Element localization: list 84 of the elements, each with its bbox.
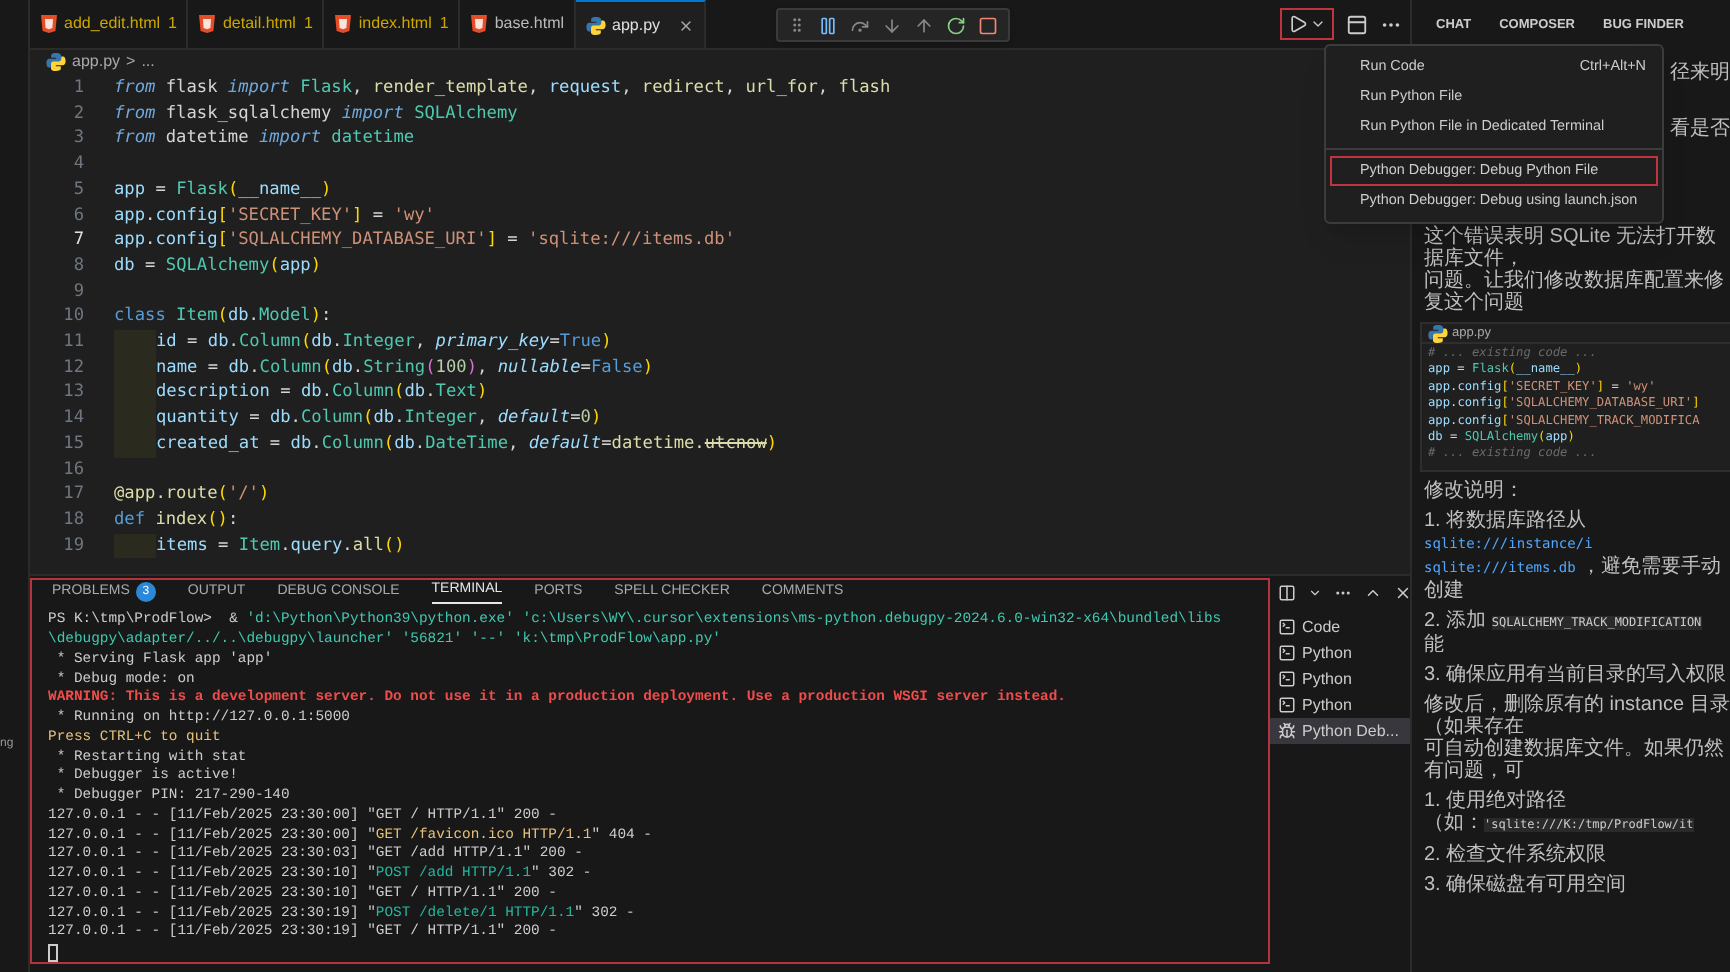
- terminal-icon: [1278, 644, 1296, 662]
- code-line: app.config['SQLALCHEMY_DATABASE_URI'] = 'sqlite:///items.db': [114, 228, 736, 254]
- code-line: @app.route('/'): [114, 482, 270, 508]
- line-number: 7: [71, 228, 84, 254]
- terminal-list-item[interactable]: Python: [1270, 666, 1412, 692]
- html-file-icon: [40, 14, 58, 34]
- line-number: 3: [71, 126, 84, 153]
- line-number: 6: [71, 203, 84, 229]
- chat-text: 3. 确保应用有当前目录的写入权限: [1424, 663, 1729, 686]
- html-file-icon: [470, 14, 489, 34]
- line-number: 2: [71, 101, 84, 127]
- terminal-list-item[interactable]: Python: [1270, 640, 1412, 666]
- step-out-icon[interactable]: [914, 15, 934, 35]
- step-into-icon[interactable]: [882, 15, 902, 35]
- step-over-icon[interactable]: [850, 15, 870, 35]
- chat-text: 修改后，删除原有的 instance 目录（如果存在: [1424, 693, 1730, 738]
- chat-text: 修改说明：: [1424, 479, 1526, 502]
- line-number: 19: [61, 533, 84, 559]
- breadcrumb-file[interactable]: app.py: [72, 50, 121, 74]
- chat-text: 径来明: [1670, 62, 1730, 86]
- line-number: 10: [61, 304, 84, 331]
- code-line: def index():: [114, 507, 239, 534]
- drag-handle-icon[interactable]: [788, 16, 806, 34]
- line-number: 11: [61, 330, 84, 356]
- code-line: description = db.Column(db.Text): [156, 380, 488, 407]
- line-number: 4: [71, 152, 84, 178]
- terminal-list-item[interactable]: Python Deb...: [1270, 718, 1412, 744]
- split-editor-icon[interactable]: [1346, 13, 1368, 35]
- line-number: 16: [61, 457, 84, 483]
- terminal-icon: [1278, 670, 1296, 688]
- terminal-icon: [1278, 696, 1296, 714]
- code-line: from flask_sqlalchemy import SQLAlchemy: [114, 101, 518, 127]
- python-file-icon: [586, 15, 607, 35]
- code-line: name = db.Column(db.String(100), nullable=False): [156, 355, 654, 381]
- line-number: 14: [61, 406, 84, 432]
- code-line: created_at = db.Column(db.DateTime, default=datetime.utcnow): [156, 431, 778, 458]
- breadcrumb-more[interactable]: ...: [141, 50, 155, 74]
- code-line: db = SQLAlchemy(app): [114, 253, 322, 280]
- terminal-icon: [1278, 618, 1296, 636]
- restart-icon[interactable]: [946, 15, 966, 35]
- chat-text: 问题。让我们修改数据库配置来修复这个问题: [1424, 270, 1726, 314]
- terminal-list-item[interactable]: Code: [1270, 614, 1412, 640]
- line-number: 12: [61, 355, 84, 381]
- chevron-down-icon[interactable]: [1308, 585, 1322, 599]
- pause-icon[interactable]: [818, 15, 838, 35]
- line-number: 18: [61, 507, 84, 534]
- line-number: 5: [71, 177, 84, 204]
- python-file-icon: [46, 52, 66, 72]
- terminal-cursor: [48, 944, 58, 962]
- line-number: 17: [61, 482, 84, 508]
- chat-text: 3. 确保磁盘有可用空间: [1424, 873, 1629, 896]
- terminal-list-item[interactable]: Python: [1270, 692, 1412, 718]
- stop-icon[interactable]: [978, 15, 998, 35]
- code-line: quantity = db.Column(db.Integer, default=0): [156, 406, 602, 432]
- chat-text: 这个错误表明 SQLite 无法打开数据库文件，: [1424, 226, 1719, 270]
- chat-text: 可自动创建数据库文件。如果仍然有问题，可: [1424, 737, 1726, 782]
- run-button[interactable]: [1280, 8, 1334, 40]
- code-line: app.config['SECRET_KEY'] = 'wy': [114, 203, 435, 229]
- chat-text: 看是否: [1670, 118, 1730, 142]
- html-file-icon: [334, 14, 353, 34]
- chat-text: 1. 使用绝对路径: [1424, 789, 1569, 812]
- line-number: 15: [61, 431, 84, 458]
- chevron-down-icon: [1310, 16, 1326, 32]
- line-number: 1: [71, 76, 84, 102]
- line-number: 8: [71, 253, 84, 280]
- line-number: 13: [61, 380, 84, 407]
- code-line: items = Item.query.all(): [156, 533, 405, 559]
- editor-tab[interactable]: app.py: [576, 0, 707, 48]
- bug-icon: [1278, 722, 1296, 740]
- code-line: id = db.Column(db.Integer, primary_key=True): [156, 330, 612, 356]
- code-line: class Item(db.Model):: [114, 304, 332, 331]
- code-line: from flask import Flask, render_template, request, redirect, url_for, flash: [114, 76, 891, 102]
- play-icon: [1288, 14, 1308, 34]
- code-line: from datetime import datetime: [114, 126, 415, 153]
- breadcrumb-separator: >: [126, 50, 136, 74]
- line-number: 9: [71, 279, 84, 305]
- chat-text: 2. 检查文件系统权限: [1424, 843, 1609, 866]
- python-file-icon: [1428, 323, 1448, 343]
- close-icon[interactable]: [1394, 583, 1412, 601]
- chat-text: 能: [1424, 633, 1446, 656]
- code-line: app = Flask(__name__): [114, 177, 332, 204]
- html-file-icon: [198, 14, 217, 34]
- close-icon[interactable]: [678, 17, 695, 33]
- split-terminal-icon[interactable]: [1278, 583, 1296, 601]
